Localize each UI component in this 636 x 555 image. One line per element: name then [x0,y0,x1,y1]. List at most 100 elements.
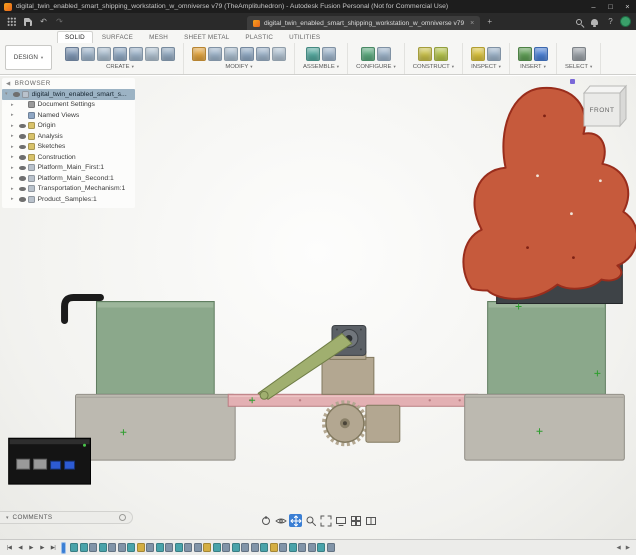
notifications-bell-icon[interactable] [588,15,601,28]
viewport-canvas[interactable]: ◀ BROWSER ▾ digital_twin_enabled_smart_s… [0,76,636,539]
combine-icon[interactable] [240,47,254,61]
browser-item[interactable]: ▸Platform_Main_First:1 [2,163,135,174]
browser-root-component[interactable]: ▾ digital_twin_enabled_smart_s... [2,89,135,100]
ribbon-tab-sheet-metal[interactable]: SHEET METAL [177,32,236,43]
redo-icon[interactable]: ↷ [53,15,66,28]
save-icon[interactable] [21,15,34,28]
right-green-box[interactable] [488,302,606,395]
orbit-icon[interactable] [259,514,272,527]
left-green-box[interactable] [96,302,214,395]
timeline-feature-sketch[interactable] [127,543,135,552]
cylinder-icon[interactable] [97,47,111,61]
construct-plane-icon[interactable] [418,47,432,61]
visibility-eye-icon[interactable] [19,124,26,129]
browser-item[interactable]: ▸Origin [2,121,135,132]
expand-arrow-icon[interactable]: ▸ [11,133,16,139]
display-settings-icon[interactable] [334,514,347,527]
ribbon-tab-mesh[interactable]: MESH [142,32,175,43]
offset-face-icon[interactable] [256,47,270,61]
step-back-button[interactable]: ◀ [15,542,25,553]
ribbon-group-label[interactable]: ASSEMBLE [303,64,335,70]
timeline-feature-feature[interactable] [184,543,192,552]
construct-axis-icon[interactable] [434,47,448,61]
browser-item[interactable]: ▸Analysis [2,131,135,142]
timeline-feature-feature[interactable] [222,543,230,552]
play-button[interactable]: ▶ [26,542,36,553]
viewcube[interactable]: FRONT [572,79,630,133]
ribbon-tab-surface[interactable]: SURFACE [95,32,140,43]
browser-item[interactable]: ▸Document Settings [2,100,135,111]
browser-item[interactable]: ▸Named Views [2,110,135,121]
workspace-selector-button[interactable]: DESIGN ▾ [5,45,52,70]
left-base-cylinder[interactable] [76,394,236,460]
extrude-icon[interactable] [113,47,127,61]
box-icon[interactable] [81,47,95,61]
help-icon[interactable]: ? [604,15,617,28]
visibility-eye-icon[interactable] [19,197,26,202]
split-body-icon[interactable] [272,47,286,61]
window-minimize-button[interactable]: – [585,0,602,13]
timeline-feature-feature[interactable] [165,543,173,552]
viewcube-top-face[interactable] [584,86,626,93]
timeline-feature-feature[interactable] [298,543,306,552]
ribbon-tab-utilities[interactable]: UTILITIES [282,32,327,43]
create-sketch-icon[interactable] [65,47,79,61]
browser-item[interactable]: ▸Platform_Main_Second:1 [2,173,135,184]
timeline-feature-sketch[interactable] [213,543,221,552]
new-component-icon[interactable] [306,47,320,61]
expand-arrow-icon[interactable]: ▸ [11,196,16,202]
ribbon-group-label[interactable]: CREATE [106,64,129,70]
look-at-icon[interactable] [274,514,287,527]
expand-arrow-icon[interactable]: ▸ [11,144,16,150]
select-icon[interactable] [572,47,586,61]
ribbon-group-label[interactable]: INSERT [520,64,542,70]
ribbon-group-label[interactable]: INSPECT [471,64,497,70]
joint-icon[interactable] [322,47,336,61]
timeline-feature-feature[interactable] [108,543,116,552]
expand-arrow-icon[interactable]: ▸ [11,102,16,108]
insert-derive-icon[interactable] [518,47,532,61]
fit-icon[interactable] [319,514,332,527]
browser-item[interactable]: ▸Construction [2,152,135,163]
visibility-eye-icon[interactable] [13,92,20,97]
expand-arrow-icon[interactable]: ▸ [11,165,16,171]
ribbon-group-label[interactable]: SELECT [565,64,588,70]
measure-icon[interactable] [471,47,485,61]
configuration-icon[interactable] [361,47,375,61]
timeline-feature-sketch[interactable] [80,543,88,552]
timeline-feature-feature[interactable] [241,543,249,552]
pan-icon[interactable] [289,514,302,527]
timeline-feature-feature[interactable] [146,543,154,552]
timeline-feature-feature[interactable] [308,543,316,552]
undo-icon[interactable]: ↶ [37,15,50,28]
viewcube-front-label[interactable]: FRONT [590,107,615,114]
comments-bar[interactable]: ▾ COMMENTS [0,511,133,524]
browser-item[interactable]: ▸Product_Samples:1 [2,194,135,205]
timeline-feature-feature[interactable] [89,543,97,552]
press-pull-icon[interactable] [192,47,206,61]
timeline-feature-component[interactable] [137,543,145,552]
ribbon-tab-plastic[interactable]: PLASTIC [238,32,280,43]
fillet-icon[interactable] [208,47,222,61]
sweep-icon[interactable] [145,47,159,61]
right-base-cylinder[interactable] [465,394,625,460]
go-to-start-button[interactable]: |◀ [4,542,14,553]
visibility-eye-icon[interactable] [19,155,26,160]
new-tab-button[interactable]: + [483,15,496,28]
zoom-icon[interactable] [304,514,317,527]
viewports-icon[interactable] [364,514,377,527]
expand-arrow-icon[interactable]: ▸ [11,112,16,118]
timeline-feature-feature[interactable] [251,543,259,552]
shell-icon[interactable] [224,47,238,61]
timeline-feature-feature[interactable] [194,543,202,552]
viewcube-side-face[interactable] [620,86,626,126]
browser-item[interactable]: ▸Transportation_Mechanism:1 [2,184,135,195]
motor-bracket[interactable] [322,357,374,394]
visibility-eye-icon[interactable] [19,145,26,150]
visibility-eye-icon[interactable] [19,166,26,171]
timeline-feature-sketch[interactable] [232,543,240,552]
timeline-feature-sketch[interactable] [317,543,325,552]
timeline-feature-sketch[interactable] [99,543,107,552]
window-maximize-button[interactable]: □ [602,0,619,13]
expand-arrow-icon[interactable]: ▸ [11,186,16,192]
